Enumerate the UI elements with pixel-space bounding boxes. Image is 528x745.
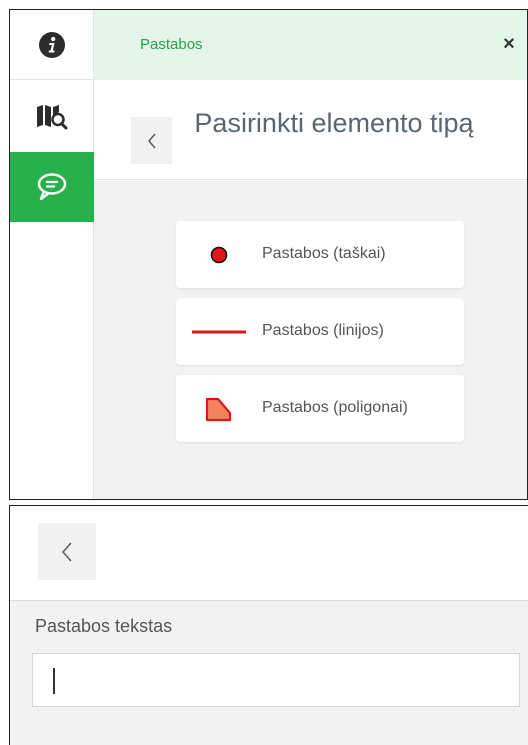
element-type-list: Pastabos (taškai) Pastabos (linijos) Pas… [94, 181, 527, 499]
close-button[interactable]: × [498, 33, 520, 55]
info-icon [39, 31, 65, 58]
map-search-icon [37, 105, 68, 130]
chevron-left-icon [62, 542, 72, 561]
note-text-label: Pastabos tekstas [35, 616, 173, 636]
comment-icon [37, 173, 67, 201]
option-label: Pastabos (poligonai) [262, 399, 408, 416]
option-lines[interactable]: Pastabos (linijos) [176, 298, 464, 365]
page-title: Pasirinkti elemento tipą [194, 108, 474, 138]
map-search-button[interactable] [10, 81, 94, 151]
polygon-icon [191, 375, 247, 442]
back-button[interactable] [131, 117, 172, 164]
note-text-input[interactable] [32, 653, 520, 707]
header-title: Pastabos [140, 36, 203, 53]
notes-button[interactable] [10, 152, 94, 222]
notes-panel: Pastabos × Pasirinkti elemento tipą Past… [9, 9, 528, 500]
note-form: Pastabos tekstas [10, 600, 528, 745]
text-caret [53, 668, 55, 694]
point-icon [191, 221, 247, 288]
option-polygons[interactable]: Pastabos (poligonai) [176, 375, 464, 442]
chevron-left-icon [147, 133, 156, 148]
option-label: Pastabos (taškai) [262, 245, 386, 262]
title-area: Pasirinkti elemento tipą [94, 80, 527, 180]
back-button[interactable] [38, 523, 96, 580]
option-label: Pastabos (linijos) [262, 322, 384, 339]
line-icon [191, 298, 247, 365]
option-points[interactable]: Pastabos (taškai) [176, 221, 464, 288]
panel-header: Pastabos × [94, 10, 527, 80]
info-button[interactable] [10, 10, 94, 80]
note-form-panel: Pastabos tekstas [9, 505, 528, 745]
side-rail [10, 10, 94, 499]
